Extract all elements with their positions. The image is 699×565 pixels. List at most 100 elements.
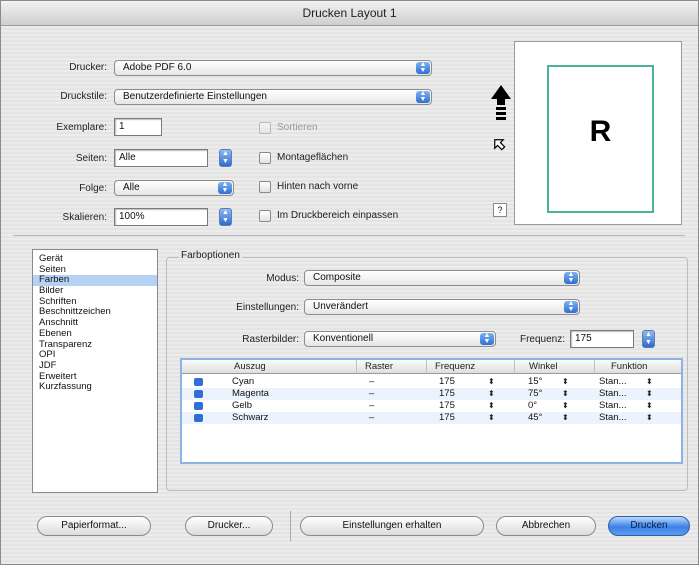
frequency-cell: 175 [439,388,455,399]
frequency-stepper-icon[interactable]: ⬍ [488,376,495,388]
raster-value: Konventionell [313,333,374,344]
popup-arrows-icon: ▲ ▼ [218,181,232,194]
frequency-field[interactable]: 175 [570,330,634,348]
separation-name-cell: Cyan [232,376,255,387]
button-divider [290,511,291,541]
sequence-popup[interactable]: Alle ▲ ▼ [114,180,234,196]
pages-field[interactable]: Alle [114,149,208,167]
scale-label: Skalieren: [62,212,107,223]
table-row[interactable]: Magenta – 175 75° Stan... ⬍ ⬍ ⬍ [182,388,681,400]
category-item[interactable]: Kurzfassung [33,382,157,393]
help-icon[interactable]: ? [493,203,507,217]
table-row[interactable]: Cyan – 175 15° Stan... ⬍ ⬍ ⬍ [182,376,681,388]
fit-to-area-checkbox[interactable] [259,210,271,222]
fit-to-area-label: Im Druckbereich einpassen [277,210,399,221]
copies-field[interactable]: 1 [114,118,162,136]
back-to-front-label: Hinten nach vorne [277,181,359,192]
col-header-funktion[interactable]: Funktion [595,360,681,374]
frequency-stepper-icon[interactable]: ⬍ [488,412,495,424]
table-row[interactable]: Schwarz – 175 45° Stan... ⬍ ⬍ ⬍ [182,412,681,424]
function-cell: Stan... [599,400,627,411]
print-separation-checkbox[interactable] [194,378,203,386]
col-header-frequenz[interactable]: Frequenz [427,360,515,374]
angle-cell: 15° [528,376,543,387]
separations-table[interactable]: Auszug Raster Frequenz Winkel Funktion C… [180,358,683,464]
pages-label: Seiten: [75,153,107,164]
printer-popup[interactable]: Adobe PDF 6.0 ▲ ▼ [114,60,432,76]
mode-label: Modus: [266,273,299,284]
paper-format-button[interactable]: Papierformat... [37,516,151,536]
popup-arrows-icon: ▲ ▼ [416,90,430,103]
frequency-stepper-icon[interactable]: ⬍ [488,400,495,412]
pages-stepper[interactable]: ▲ ▼ [219,149,232,167]
print-style-value: Benutzerdefinierte Einstellungen [123,91,267,102]
raster-cell: – [369,400,375,411]
function-stepper-icon[interactable]: ⬍ [646,412,653,424]
raster-popup[interactable]: Konventionell ▲ ▼ [304,331,496,347]
category-list[interactable]: Gerät Seiten Farben Bilder Schriften Beschnit… [32,249,158,493]
function-cell: Stan... [599,412,627,423]
raster-label: Rasterbilder: [242,334,299,345]
raster-cell: – [369,376,375,387]
print-dialog: Drucken Layout 1 Drucker: Adobe PDF 6.0 … [0,0,699,565]
preview-page: R [547,65,654,213]
print-preview: R [514,41,682,225]
rotate-arrow-icon[interactable] [491,136,507,152]
print-separation-checkbox[interactable] [194,402,203,410]
spreads-label: Montageflächen [277,152,349,163]
frequency-label: Frequenz: [519,334,565,345]
category-item[interactable]: Ebenen [33,328,157,340]
separation-name-cell: Gelb [232,400,253,411]
sequence-label: Folge: [79,183,107,194]
frequency-cell: 175 [439,400,455,411]
frequency-stepper-icon[interactable]: ⬍ [488,388,495,400]
scale-stepper[interactable]: ▲ ▼ [219,208,232,226]
back-to-front-checkbox[interactable] [259,181,271,193]
divider [13,235,685,236]
printer-value: Adobe PDF 6.0 [123,62,192,73]
print-style-label: Druckstile: [60,91,107,102]
print-style-popup[interactable]: Benutzerdefinierte Einstellungen ▲ ▼ [114,89,432,105]
settings-popup[interactable]: Unverändert ▲ ▼ [304,299,580,315]
print-button[interactable]: Drucken [608,516,690,536]
cancel-button[interactable]: Abbrechen [496,516,596,536]
preview-letter: R [589,115,612,148]
col-header-winkel[interactable]: Winkel [515,360,595,374]
print-separation-checkbox[interactable] [194,390,203,398]
angle-cell: 45° [528,412,543,423]
angle-stepper-icon[interactable]: ⬍ [562,400,569,412]
keep-settings-button[interactable]: Einstellungen erhalten [300,516,484,536]
upright-arrow-icon[interactable] [491,85,511,123]
angle-stepper-icon[interactable]: ⬍ [562,412,569,424]
col-header-raster[interactable]: Raster [357,360,427,374]
print-separation-checkbox[interactable] [194,414,203,422]
printer-label: Drucker: [69,62,107,73]
popup-arrows-icon: ▲ ▼ [480,332,494,345]
separation-name-cell: Schwarz [232,412,269,423]
frequency-cell: 175 [439,412,455,423]
copies-label: Exemplare: [56,122,107,133]
mode-popup[interactable]: Composite ▲ ▼ [304,270,580,286]
printer-button[interactable]: Drucker... [185,516,273,536]
function-stepper-icon[interactable]: ⬍ [646,388,653,400]
raster-cell: – [369,412,375,423]
category-item[interactable]: JDF [33,360,157,372]
mode-value: Composite [313,272,361,283]
table-row[interactable]: Gelb – 175 0° Stan... ⬍ ⬍ ⬍ [182,400,681,412]
raster-cell: – [369,388,375,399]
function-cell: Stan... [599,376,627,387]
angle-stepper-icon[interactable]: ⬍ [562,376,569,388]
settings-label: Einstellungen: [236,302,299,313]
settings-value: Unverändert [313,301,369,312]
angle-stepper-icon[interactable]: ⬍ [562,388,569,400]
color-options-title: Farboptionen [179,250,242,261]
col-header-auszug[interactable]: Auszug [182,360,357,374]
collate-checkbox[interactable] [259,122,271,134]
function-stepper-icon[interactable]: ⬍ [646,376,653,388]
frequency-stepper[interactable]: ▲ ▼ [642,330,655,348]
window-title: Drucken Layout 1 [1,1,698,26]
function-stepper-icon[interactable]: ⬍ [646,400,653,412]
spreads-checkbox[interactable] [259,152,271,164]
separation-name-cell: Magenta [232,388,269,399]
scale-field[interactable]: 100% [114,208,208,226]
